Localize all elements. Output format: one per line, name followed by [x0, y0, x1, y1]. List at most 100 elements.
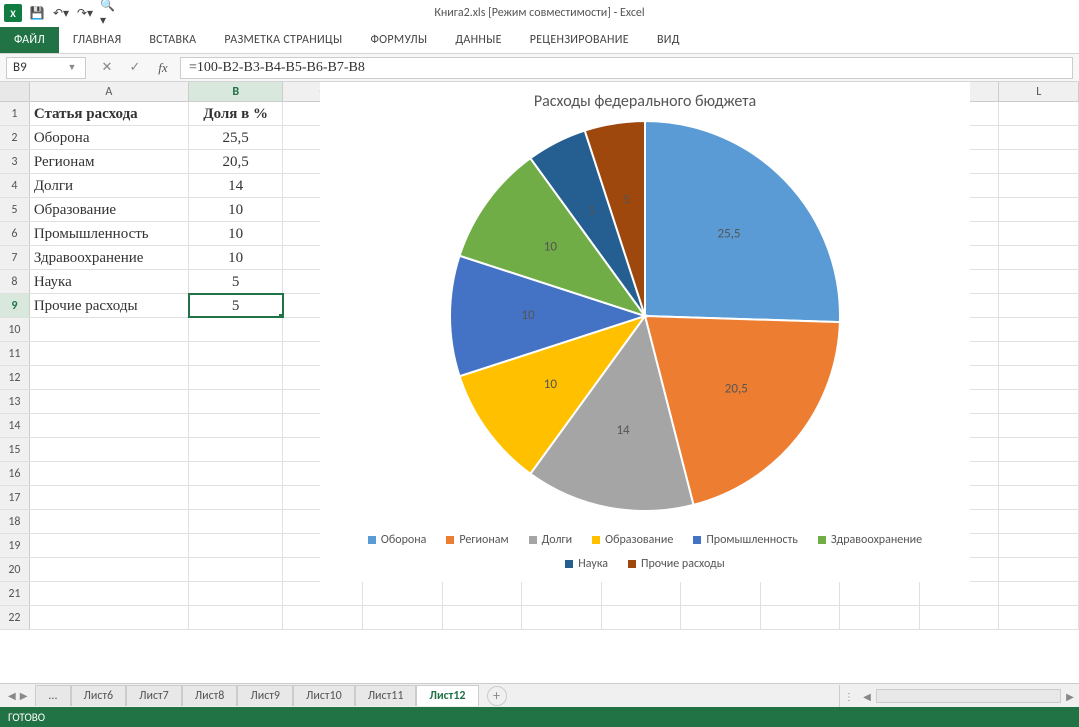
chevron-down-icon[interactable]: ▼ — [65, 62, 79, 73]
cell-F21[interactable] — [522, 582, 602, 605]
cell-L18[interactable] — [999, 510, 1079, 533]
cell-L11[interactable] — [999, 342, 1079, 365]
embedded-chart[interactable]: Расходы федерального бюджета 25,520,5141… — [320, 82, 970, 582]
cell-L7[interactable] — [999, 246, 1079, 269]
row-header-18[interactable]: 18 — [0, 510, 30, 533]
cell-C22[interactable] — [283, 606, 363, 629]
cell-H22[interactable] — [681, 606, 761, 629]
ribbon-tab-insert[interactable]: ВСТАВКА — [135, 27, 210, 53]
cell-B17[interactable] — [189, 486, 283, 509]
cell-F22[interactable] — [522, 606, 602, 629]
cell-B4[interactable]: 14 — [189, 174, 283, 197]
select-all-cell[interactable] — [0, 82, 30, 101]
preview-icon[interactable]: 🔍▾ — [100, 4, 118, 22]
cell-L9[interactable] — [999, 294, 1079, 317]
sheet-tab-overflow[interactable]: ... — [35, 685, 70, 706]
cell-L10[interactable] — [999, 318, 1079, 341]
cell-A12[interactable] — [30, 366, 189, 389]
cell-A1[interactable]: Статья расхода — [30, 102, 189, 125]
cell-L17[interactable] — [999, 486, 1079, 509]
ribbon-tab-review[interactable]: РЕЦЕНЗИРОВАНИЕ — [516, 27, 643, 53]
cell-A19[interactable] — [30, 534, 189, 557]
sheet-tab[interactable]: Лист8 — [182, 685, 238, 706]
save-icon[interactable]: 💾 — [28, 4, 46, 22]
cell-E22[interactable] — [443, 606, 523, 629]
cell-A2[interactable]: Оборона — [30, 126, 189, 149]
row-header-12[interactable]: 12 — [0, 366, 30, 389]
cell-J22[interactable] — [840, 606, 920, 629]
cell-B16[interactable] — [189, 462, 283, 485]
row-header-2[interactable]: 2 — [0, 126, 30, 149]
cell-G22[interactable] — [602, 606, 682, 629]
cell-A5[interactable]: Образование — [30, 198, 189, 221]
cell-A4[interactable]: Долги — [30, 174, 189, 197]
cell-L1[interactable] — [999, 102, 1079, 125]
row-header-16[interactable]: 16 — [0, 462, 30, 485]
cell-L19[interactable] — [999, 534, 1079, 557]
row-header-14[interactable]: 14 — [0, 414, 30, 437]
sheet-tab[interactable]: Лист7 — [126, 685, 182, 706]
ribbon-tab-data[interactable]: ДАННЫЕ — [441, 27, 515, 53]
accept-icon[interactable]: ✓ — [124, 57, 146, 79]
cell-B22[interactable] — [189, 606, 283, 629]
cell-L6[interactable] — [999, 222, 1079, 245]
cell-G21[interactable] — [602, 582, 682, 605]
ribbon-tab-file[interactable]: ФАЙЛ — [0, 27, 59, 53]
sheet-tab[interactable]: Лист10 — [293, 685, 355, 706]
cell-A20[interactable] — [30, 558, 189, 581]
cell-D21[interactable] — [363, 582, 443, 605]
row-header-13[interactable]: 13 — [0, 390, 30, 413]
cell-I21[interactable] — [761, 582, 841, 605]
cell-H21[interactable] — [681, 582, 761, 605]
column-header-B[interactable]: B — [189, 82, 283, 101]
cell-B1[interactable]: Доля в % — [189, 102, 283, 125]
add-sheet-button[interactable]: + — [487, 686, 507, 706]
cell-B5[interactable]: 10 — [189, 198, 283, 221]
row-header-11[interactable]: 11 — [0, 342, 30, 365]
cell-A14[interactable] — [30, 414, 189, 437]
cell-B19[interactable] — [189, 534, 283, 557]
row-header-17[interactable]: 17 — [0, 486, 30, 509]
cell-A3[interactable]: Регионам — [30, 150, 189, 173]
sheet-nav-buttons[interactable]: ◀ ▶ — [0, 689, 35, 702]
cell-L21[interactable] — [999, 582, 1079, 605]
cell-A16[interactable] — [30, 462, 189, 485]
row-header-21[interactable]: 21 — [0, 582, 30, 605]
cell-C21[interactable] — [283, 582, 363, 605]
cell-L2[interactable] — [999, 126, 1079, 149]
cell-D22[interactable] — [363, 606, 443, 629]
cell-B15[interactable] — [189, 438, 283, 461]
cell-L3[interactable] — [999, 150, 1079, 173]
row-header-6[interactable]: 6 — [0, 222, 30, 245]
row-header-19[interactable]: 19 — [0, 534, 30, 557]
cell-A13[interactable] — [30, 390, 189, 413]
row-header-4[interactable]: 4 — [0, 174, 30, 197]
cancel-icon[interactable]: ✕ — [96, 57, 118, 79]
cell-B9[interactable]: 5 — [189, 294, 283, 317]
cell-B21[interactable] — [189, 582, 283, 605]
row-header-3[interactable]: 3 — [0, 150, 30, 173]
row-header-8[interactable]: 8 — [0, 270, 30, 293]
ribbon-tab-formulas[interactable]: ФОРМУЛЫ — [356, 27, 441, 53]
row-header-5[interactable]: 5 — [0, 198, 30, 221]
cell-L8[interactable] — [999, 270, 1079, 293]
row-header-7[interactable]: 7 — [0, 246, 30, 269]
cell-K21[interactable] — [920, 582, 1000, 605]
ribbon-tab-layout[interactable]: РАЗМЕТКА СТРАНИЦЫ — [210, 27, 356, 53]
redo-icon[interactable]: ↷▾ — [76, 4, 94, 22]
ribbon-tab-view[interactable]: ВИД — [643, 27, 694, 53]
cell-L12[interactable] — [999, 366, 1079, 389]
cell-E21[interactable] — [443, 582, 523, 605]
cell-L20[interactable] — [999, 558, 1079, 581]
name-box[interactable]: B9 ▼ — [6, 57, 86, 79]
cell-A18[interactable] — [30, 510, 189, 533]
cell-L5[interactable] — [999, 198, 1079, 221]
row-header-22[interactable]: 22 — [0, 606, 30, 629]
cell-L22[interactable] — [999, 606, 1079, 629]
sheet-tab[interactable]: Лист11 — [355, 685, 417, 706]
cell-A11[interactable] — [30, 342, 189, 365]
pie-slice[interactable] — [645, 121, 840, 322]
undo-icon[interactable]: ↶▾ — [52, 4, 70, 22]
cell-B14[interactable] — [189, 414, 283, 437]
cell-A9[interactable]: Прочие расходы — [30, 294, 189, 317]
